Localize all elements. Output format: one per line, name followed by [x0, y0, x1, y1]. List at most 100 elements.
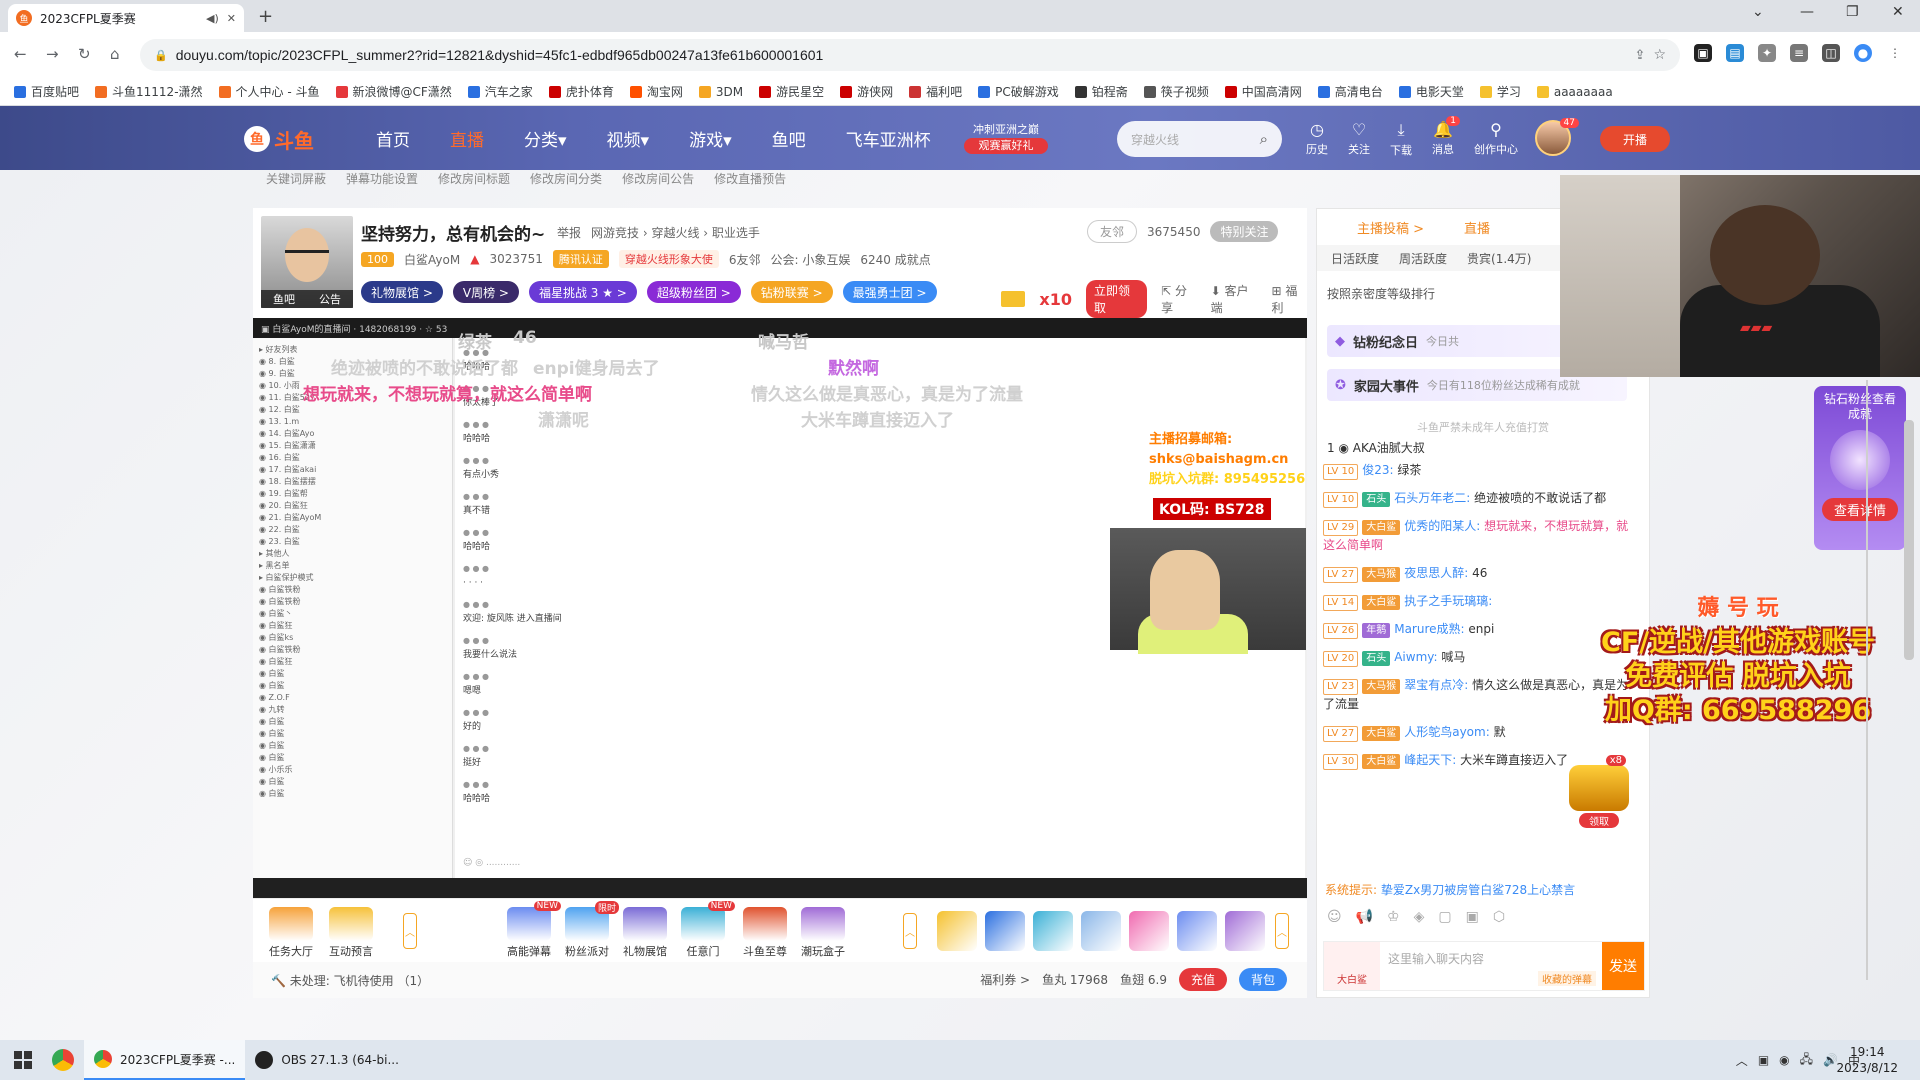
nav-item[interactable]: 游戏▾ [689, 126, 732, 151]
fan-badge-icon[interactable]: ◈ [1414, 909, 1425, 925]
tab-search-icon[interactable]: ⌄ [1752, 4, 1764, 20]
gift-feature[interactable]: 互动预言 [323, 907, 379, 959]
client-link[interactable]: ⬇ 客户端 [1211, 282, 1258, 316]
share-icon[interactable]: ⇪ [1635, 48, 1646, 63]
emoji-icon[interactable]: ☺ [1327, 909, 1342, 925]
input-fan-badge[interactable]: 大白鲨 [1324, 942, 1380, 990]
room-pill[interactable]: 福星挑战 3 ★ > [528, 281, 637, 303]
top-fan[interactable]: 1 ◉ AKA油腻大叔 [1327, 439, 1425, 456]
taskbar-chrome-window[interactable]: 2023CFPL夏季赛 -... [84, 1040, 246, 1080]
room-pill[interactable]: 礼物展馆 > [361, 281, 443, 303]
extension-1-icon[interactable]: ▣ [1694, 44, 1712, 62]
chrome-pinned[interactable] [42, 1040, 84, 1080]
nav-item[interactable]: 首页 [376, 126, 410, 151]
bookmark-item[interactable]: 高清电台 [1317, 83, 1383, 100]
tab-daily-active[interactable]: 日活跃度 [1331, 250, 1379, 267]
blue-rocket-gift-icon[interactable] [985, 911, 1025, 951]
tab-weekly-active[interactable]: 周活跃度 [1399, 250, 1447, 267]
minimize-button[interactable]: — [1800, 4, 1814, 20]
guild-info[interactable]: 公会: 小象互娱 [771, 251, 851, 268]
chat-username[interactable]: 翠宝有点冷: [1404, 678, 1468, 692]
close-window-button[interactable]: ✕ [1892, 4, 1904, 20]
header-clock-button[interactable]: ◷ 历史 [1306, 120, 1328, 158]
admin-link[interactable]: 修改房间标题 [438, 170, 510, 187]
bookmark-item[interactable]: 游民星空 [759, 83, 824, 100]
header-pin-button[interactable]: ⚲ 创作中心 [1474, 120, 1518, 158]
nav-item[interactable]: 直播 [450, 126, 484, 151]
nav-item[interactable]: 飞车亚洲杯 [846, 126, 931, 151]
nav-item[interactable]: 分类▾ [524, 126, 567, 151]
browser-tab[interactable]: 鱼 2023CFPL夏季赛 ◀) ✕ [8, 4, 244, 32]
chat-username[interactable]: 峰起天下: [1404, 753, 1456, 767]
gift-scroll-up-icon[interactable]: ︿ [403, 913, 417, 949]
restore-button[interactable]: ❐ [1846, 4, 1859, 20]
gift-feature[interactable]: 高能弹幕 NEW [501, 901, 561, 959]
purple-box-gift-icon[interactable] [1225, 911, 1265, 951]
treasure-chest[interactable]: x8 领取 [1566, 755, 1632, 831]
address-bar[interactable]: 🔒 douyu.com/topic/2023CFPL_summer2?rid=1… [140, 39, 1680, 71]
white-jet-gift-icon[interactable] [1081, 911, 1121, 951]
chat-bubble-icon[interactable]: ▢ [1438, 909, 1451, 925]
taskbar-obs-window[interactable]: OBS 27.1.3 (64-bi... [245, 1040, 409, 1080]
chat-username[interactable]: 石头万年老二: [1394, 491, 1470, 505]
recharge-button[interactable]: 充值 [1178, 968, 1227, 991]
view-detail-button[interactable]: 查看详情 [1822, 498, 1898, 521]
room-pill[interactable]: V周榜 > [452, 281, 519, 303]
bookmark-star-icon[interactable]: ☆ [1653, 47, 1666, 63]
side-panel-icon[interactable]: ◫ [1822, 44, 1840, 62]
header-bell-button[interactable]: 🔔 消息 1 [1432, 116, 1460, 158]
chat-input[interactable]: 这里输入聊天内容 [1388, 952, 1484, 966]
chat-username[interactable]: 人形鸵鸟ayom: [1404, 725, 1490, 739]
fan-medal-badge[interactable]: 大马猴 [1362, 567, 1401, 582]
bookmark-item[interactable]: 淘宝网 [629, 83, 683, 100]
gift-scroll-up-icon[interactable]: ︿ [1275, 913, 1289, 949]
nav-item[interactable]: 视频▾ [607, 126, 650, 151]
profile-icon[interactable]: ● [1854, 44, 1872, 62]
gift-icon[interactable]: ▣ [1466, 909, 1479, 925]
crown-icon[interactable]: ♔ [1387, 909, 1400, 925]
close-tab-icon[interactable]: ✕ [227, 12, 236, 25]
gift-feature[interactable]: 任意门 NEW [675, 901, 735, 959]
bookmark-item[interactable]: 中国高清网 [1224, 83, 1302, 100]
saved-danmu-button[interactable]: 收藏的弹幕 [1538, 971, 1596, 986]
chat-username[interactable]: 夜思思人醉: [1404, 566, 1468, 580]
tab-vip[interactable]: 贵宾(1.4万) [1467, 250, 1531, 267]
megaphone-icon[interactable]: 📢 [1356, 909, 1373, 925]
promo-banner[interactable]: 冲刺亚洲之巅 观赛赢好礼 [964, 122, 1048, 156]
room-pill[interactable]: 钻粉联赛 > [750, 281, 833, 303]
share-link[interactable]: ⇱ 分享 [1161, 282, 1197, 316]
bag-button[interactable]: 背包 [1238, 968, 1287, 991]
bookmark-item[interactable]: PC破解游戏 [978, 83, 1059, 100]
tab-live[interactable]: 直播 [1464, 218, 1490, 237]
welfare-ticket-link[interactable]: 福利券 > [980, 971, 1030, 988]
chat-username[interactable]: Marure成熟: [1394, 622, 1464, 636]
streamer-avatar[interactable]: 鱼吧 公告 [261, 216, 353, 308]
admin-link[interactable]: 修改直播预告 [714, 170, 786, 187]
bookmark-item[interactable]: aaaaaaaa [1536, 85, 1613, 99]
admin-link[interactable]: 修改房间公告 [622, 170, 694, 187]
gift-feature[interactable]: 潮玩盒子 [795, 907, 851, 959]
bookmark-item[interactable]: 百度贴吧 [14, 83, 79, 100]
speaker-icon[interactable]: ◀) [206, 12, 219, 25]
gift-feature[interactable]: 任务大厅 [263, 907, 319, 959]
new-tab-button[interactable]: + [258, 6, 273, 27]
home-icon[interactable]: ⌂ [110, 45, 120, 63]
pink-box-gift-icon[interactable] [1129, 911, 1169, 951]
douyu-logo[interactable]: 鱼 斗鱼 [244, 122, 316, 156]
puzzle-icon[interactable]: ✦ [1758, 44, 1776, 62]
page-scrollbar[interactable] [1904, 420, 1914, 660]
user-avatar[interactable]: 47 [1535, 118, 1579, 156]
pending-notice[interactable]: 🔨 未处理: 飞机待使用 （1） [271, 972, 429, 989]
tab-streamer-posts[interactable]: 主播投稿 > [1357, 218, 1424, 237]
category-breadcrumb[interactable]: 网游竞技 › 穿越火线 › 职业选手 [591, 224, 760, 241]
lock-icon[interactable]: 🔒 [154, 49, 168, 62]
gold-gift-icon[interactable] [937, 911, 977, 951]
cyan-plane-gift-icon[interactable] [1033, 911, 1073, 951]
notice-link[interactable]: 公告 [319, 291, 341, 307]
nav-item[interactable]: 鱼吧 [772, 126, 806, 151]
admin-link[interactable]: 关键词屏蔽 [266, 170, 326, 187]
bookmark-item[interactable]: 斗鱼11112-潇然 [95, 83, 203, 100]
chat-username[interactable]: Aiwmy: [1394, 650, 1437, 664]
search-box[interactable]: 穿越火线 ⌕ [1117, 121, 1282, 157]
claim-button[interactable]: 立即领取 [1086, 280, 1148, 318]
